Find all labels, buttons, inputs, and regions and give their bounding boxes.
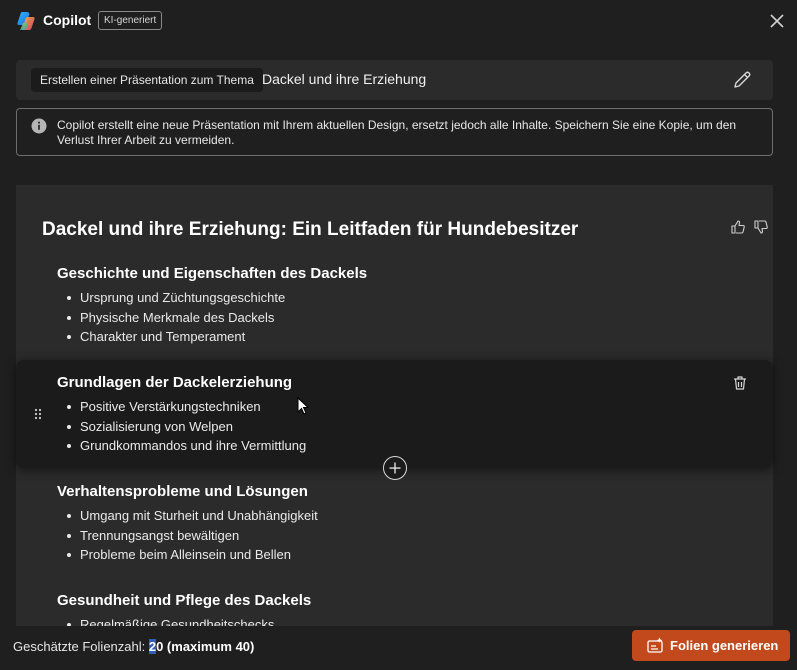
slide-count-prefix: Geschätzte Folienzahl: — [13, 639, 149, 654]
prompt-topic: Dackel und ihre Erziehung — [262, 71, 427, 87]
bullet-list: Ursprung und Züchtungsgeschichte Physisc… — [66, 288, 285, 347]
app-title: Copilot — [43, 12, 92, 28]
section-heading: Grundlagen der Dackelerziehung — [57, 374, 293, 391]
close-icon[interactable] — [766, 10, 788, 32]
bullet-list: Positive Verstärkungstechniken Sozialisi… — [66, 397, 306, 456]
section-heading: Verhaltensprobleme und Lösungen — [57, 483, 308, 500]
prompt-type-chip: Erstellen einer Präsentation zum Thema — [31, 68, 263, 92]
sparkle-slides-icon — [647, 637, 663, 653]
bullet-item: Probleme beim Alleinsein und Bellen — [67, 545, 318, 565]
ai-generated-badge: KI-generiert — [98, 11, 163, 30]
prompt-box: Erstellen einer Präsentation zum Thema D… — [16, 60, 773, 100]
mouse-pointer-icon — [297, 397, 309, 415]
slide-count-label: Geschätzte Folienzahl: 20 (maximum 40) — [13, 639, 254, 654]
slide-count-value[interactable]: 20 (maximum 40) — [148, 639, 255, 654]
bullet-list: Umgang mit Sturheit und Unabhängigkeit T… — [67, 506, 318, 565]
copilot-logo-icon — [17, 12, 35, 30]
drag-handle-icon[interactable] — [34, 408, 42, 420]
bullet-item: Regelmäßige Gesundheitschecks — [66, 615, 274, 626]
generate-slides-label: Folien generieren — [670, 638, 779, 653]
bullet-item: Sozialisierung von Welpen — [66, 417, 306, 437]
bullet-item: Positive Verstärkungstechniken — [66, 397, 306, 417]
bullet-item: Ursprung und Züchtungsgeschichte — [66, 288, 285, 308]
bullet-item: Umgang mit Sturheit und Unabhängigkeit — [67, 506, 318, 526]
bullet-item: Physische Merkmale des Dackels — [66, 308, 285, 328]
bullet-list: Regelmäßige Gesundheitschecks — [66, 615, 274, 626]
notice-text: Copilot erstellt eine neue Präsentation … — [57, 118, 737, 147]
slide-count-rest: 0 (maximum 40) — [156, 639, 255, 654]
thumbs-up-icon[interactable] — [730, 219, 746, 235]
generate-slides-button[interactable]: Folien generieren — [632, 630, 790, 661]
notice-box: Copilot erstellt eine neue Präsentation … — [16, 108, 773, 156]
outline-title: Dackel und ihre Erziehung: Ein Leitfaden… — [42, 219, 579, 240]
add-section-icon[interactable] — [383, 456, 407, 480]
pencil-icon[interactable] — [731, 69, 753, 91]
section-heading: Gesundheit und Pflege des Dackels — [57, 592, 312, 609]
slide-count-selected-digit: 2 — [148, 639, 157, 654]
section-heading: Geschichte und Eigenschaften des Dackels — [57, 265, 368, 282]
bullet-item: Trennungsangst bewältigen — [67, 526, 318, 546]
info-icon — [31, 118, 47, 134]
outline-section-selected[interactable]: Grundlagen der Dackelerziehung Positive … — [16, 360, 773, 480]
bullet-item: Charakter und Temperament — [66, 327, 285, 347]
trash-icon[interactable] — [732, 375, 748, 391]
thumbs-down-icon[interactable] — [753, 219, 769, 235]
dialog-header: Copilot KI-generiert — [0, 0, 797, 42]
bullet-item: Grundkommandos und ihre Vermittlung — [66, 436, 306, 456]
footer-bar: Geschätzte Folienzahl: 20 (maximum 40) F… — [0, 626, 797, 670]
